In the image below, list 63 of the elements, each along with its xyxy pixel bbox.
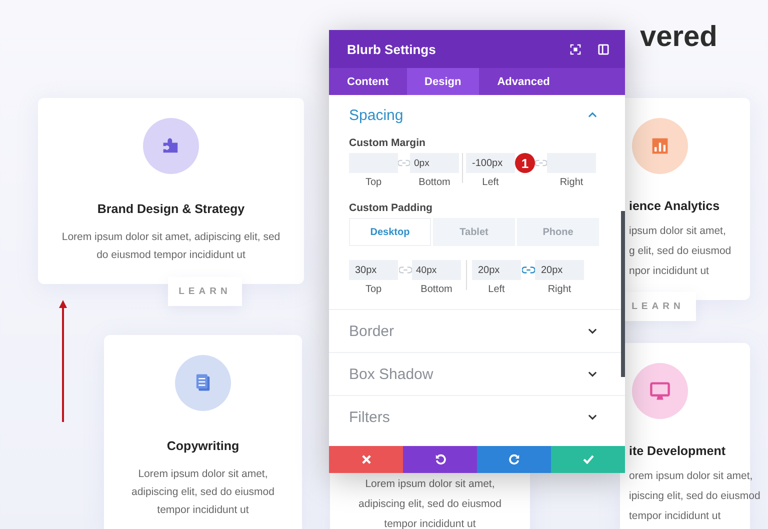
card-title: Copywriting bbox=[166, 439, 240, 453]
description-line: tempor incididunt ut bbox=[628, 509, 721, 524]
margin-input[interactable]: 0px bbox=[410, 153, 459, 173]
modal-title: Blurb Settings bbox=[347, 42, 437, 56]
scrollbar[interactable] bbox=[621, 211, 625, 377]
redo-icon bbox=[508, 454, 520, 465]
padding-input[interactable]: 40px bbox=[412, 260, 461, 280]
device-tab[interactable]: Desktop bbox=[349, 218, 431, 246]
section-title[interactable]: Box Shadow bbox=[349, 366, 434, 382]
description-line: ipiscing elit, sed do eiusmod bbox=[628, 489, 760, 504]
padding-input[interactable]: 30px bbox=[349, 260, 398, 280]
sidebar-icon[interactable] bbox=[598, 44, 609, 54]
input-label: Right bbox=[548, 284, 572, 295]
cancel-button[interactable] bbox=[329, 446, 403, 473]
redo-button[interactable] bbox=[477, 446, 551, 473]
link-icon[interactable] bbox=[522, 266, 534, 274]
field-label: Custom Margin bbox=[349, 137, 426, 149]
description-line: g elit, sed do eiusmod bbox=[628, 244, 732, 259]
link-icon[interactable] bbox=[398, 266, 412, 274]
description-line: orem ipsum dolor sit amet, bbox=[628, 469, 753, 484]
card-description: Lorem ipsum dolor sit amet, adipiscing elit, sed do eiusmod tempor incididunt ut bbox=[61, 230, 281, 263]
chevron-icon[interactable] bbox=[588, 414, 597, 420]
undo-button[interactable] bbox=[403, 446, 477, 473]
input-label: Right bbox=[560, 177, 584, 188]
input-label: Left bbox=[482, 177, 499, 188]
section-heading: vered bbox=[640, 20, 718, 54]
margin-input[interactable] bbox=[547, 153, 596, 173]
padding-input[interactable]: 20px bbox=[535, 260, 584, 280]
margin-input[interactable]: -100px bbox=[466, 153, 515, 173]
description-line: tempor incididunt ut bbox=[384, 517, 476, 529]
description-line: npor incididunt ut bbox=[628, 264, 709, 279]
link-icon[interactable] bbox=[398, 159, 410, 167]
description-line: ipsum dolor sit amet, bbox=[628, 224, 726, 239]
settings-tab[interactable]: Content bbox=[329, 68, 407, 95]
description-line: adipiscing elit, sed do eiusmod bbox=[358, 497, 502, 512]
fullscreen-icon[interactable] bbox=[570, 44, 581, 54]
settings-tab[interactable]: Advanced bbox=[479, 68, 568, 95]
input-label: Top bbox=[365, 284, 382, 295]
monitor-icon bbox=[649, 380, 671, 402]
check-icon bbox=[582, 455, 594, 464]
description-line: Lorem ipsum dolor sit amet, bbox=[365, 477, 495, 492]
input-label: Left bbox=[488, 284, 505, 295]
card-title: ite Development bbox=[628, 444, 726, 458]
section-title[interactable]: Spacing bbox=[349, 106, 404, 124]
card-description: Lorem ipsum dolor sit amet, adipiscing elit, sed do eiusmod tempor incididunt ut bbox=[130, 467, 276, 518]
chevron-icon[interactable] bbox=[588, 371, 597, 377]
input-label: Bottom bbox=[420, 284, 452, 295]
input-label: Top bbox=[365, 177, 382, 188]
learn-button[interactable]: LEARN bbox=[168, 277, 242, 306]
section-title[interactable]: Border bbox=[349, 322, 394, 340]
section-title[interactable]: Filters bbox=[349, 408, 390, 426]
undo-icon bbox=[434, 454, 446, 465]
margin-input[interactable] bbox=[349, 153, 398, 173]
chevron-icon[interactable] bbox=[588, 328, 597, 334]
link-icon[interactable] bbox=[535, 159, 547, 167]
input-label: Bottom bbox=[418, 177, 450, 188]
card-title: ience Analytics bbox=[628, 199, 720, 213]
padding-input[interactable]: 20px bbox=[472, 260, 521, 280]
settings-tab[interactable]: Design bbox=[406, 68, 480, 95]
card-title: Brand Design & Strategy bbox=[97, 202, 245, 216]
step-badge: 1 bbox=[515, 153, 535, 173]
close-icon bbox=[362, 455, 370, 464]
field-label: Custom Padding bbox=[349, 202, 434, 214]
